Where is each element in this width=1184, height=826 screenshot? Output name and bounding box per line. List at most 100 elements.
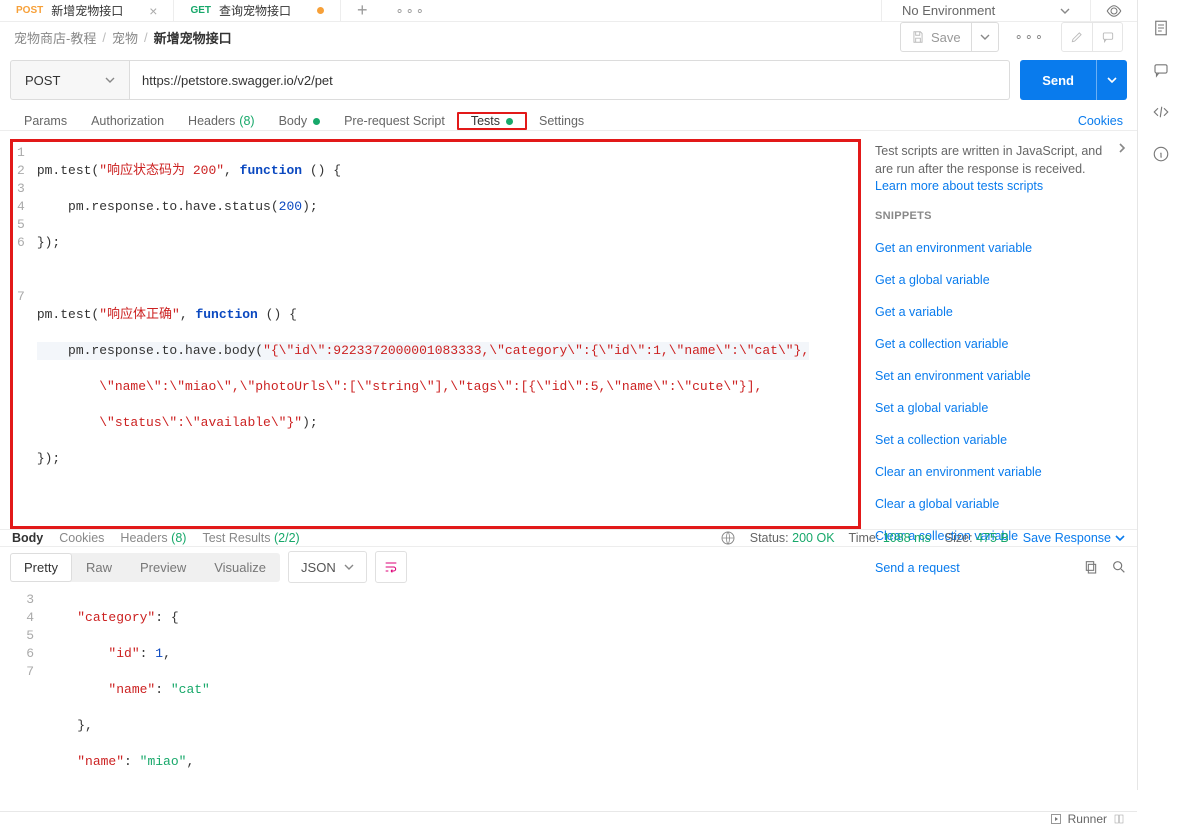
snippet-item[interactable]: Get an environment variable bbox=[875, 236, 1127, 260]
info-button[interactable] bbox=[1151, 144, 1171, 164]
response-tab-bar: Body Cookies Headers (8) Test Results (2… bbox=[0, 529, 1137, 546]
chevron-down-icon bbox=[344, 562, 354, 572]
documentation-button[interactable] bbox=[1151, 18, 1171, 38]
tab-params[interactable]: Params bbox=[12, 112, 79, 130]
learn-more-link[interactable]: Learn more about tests scripts bbox=[875, 179, 1043, 193]
tab-label: Tests bbox=[471, 114, 500, 128]
status-value: 200 OK bbox=[792, 531, 834, 545]
url-input[interactable] bbox=[130, 60, 1010, 100]
snippet-item[interactable]: Clear a global variable bbox=[875, 492, 1127, 516]
tab-authorization[interactable]: Authorization bbox=[79, 112, 176, 130]
response-body-viewer[interactable]: 34567 "category": { "id": 1, "name": "ca… bbox=[0, 587, 1137, 811]
chevron-down-icon bbox=[105, 75, 115, 85]
request-section-tabs: Params Authorization Headers (8) Body Pr… bbox=[0, 112, 1137, 131]
breadcrumb-sep: / bbox=[102, 30, 106, 45]
snippet-item[interactable]: Set a global variable bbox=[875, 396, 1127, 420]
comment-button[interactable] bbox=[1092, 23, 1122, 51]
language-select[interactable]: JSON bbox=[288, 551, 367, 583]
seg-visualize[interactable]: Visualize bbox=[200, 553, 280, 582]
method-badge: GET bbox=[190, 5, 211, 16]
tab-headers[interactable]: Headers (8) bbox=[176, 112, 267, 130]
save-response-button[interactable]: Save Response bbox=[1023, 531, 1125, 545]
more-tabs-button[interactable]: ∘∘∘ bbox=[384, 3, 438, 19]
environment-quicklook-button[interactable] bbox=[1091, 2, 1137, 20]
tab-title: 新增宠物接口 bbox=[51, 2, 123, 19]
new-tab-button[interactable]: + bbox=[341, 0, 384, 21]
snippets-heading: SNIPPETS bbox=[875, 210, 1127, 222]
send-button[interactable]: Send bbox=[1020, 60, 1127, 100]
runner-button[interactable]: Runner bbox=[1050, 812, 1125, 826]
code-button[interactable] bbox=[1151, 102, 1171, 122]
save-icon bbox=[911, 30, 925, 44]
seg-raw[interactable]: Raw bbox=[72, 553, 126, 582]
close-icon[interactable]: × bbox=[149, 3, 157, 19]
wrap-lines-button[interactable] bbox=[375, 551, 407, 583]
method-badge: POST bbox=[16, 5, 43, 16]
open-docs-button[interactable] bbox=[1117, 143, 1127, 196]
method-current: POST bbox=[25, 73, 60, 88]
copy-button[interactable] bbox=[1083, 559, 1099, 575]
snippet-item[interactable]: Get a collection variable bbox=[875, 332, 1127, 356]
save-label: Save bbox=[931, 30, 961, 45]
request-tabs-bar: POST 新增宠物接口 × GET 查询宠物接口 + ∘∘∘ No Enviro… bbox=[0, 0, 1137, 22]
tab-0[interactable]: POST 新增宠物接口 × bbox=[0, 0, 174, 21]
snippet-item[interactable]: Set a collection variable bbox=[875, 428, 1127, 452]
tab-settings[interactable]: Settings bbox=[527, 112, 596, 130]
tab-prerequest[interactable]: Pre-request Script bbox=[332, 112, 457, 130]
tab-body[interactable]: Body bbox=[267, 112, 333, 130]
breadcrumb-item[interactable]: 宠物 bbox=[112, 28, 138, 47]
chevron-down-icon bbox=[1060, 6, 1070, 16]
code-content[interactable]: pm.test("响应状态码为 200", function () { pm.r… bbox=[37, 144, 809, 504]
has-content-dot-icon bbox=[313, 118, 320, 125]
seg-pretty[interactable]: Pretty bbox=[10, 553, 72, 582]
breadcrumb-item[interactable]: 宠物商店-教程 bbox=[14, 28, 96, 47]
headers-count: (8) bbox=[239, 114, 254, 128]
chevron-down-icon bbox=[1107, 75, 1117, 85]
has-content-dot-icon bbox=[506, 118, 513, 125]
resp-tab-testresults[interactable]: Test Results (2/2) bbox=[202, 531, 299, 545]
breadcrumb-current: 新增宠物接口 bbox=[154, 28, 232, 47]
size-value: 475 B bbox=[976, 531, 1009, 545]
seg-preview[interactable]: Preview bbox=[126, 553, 200, 582]
snippets-info: Test scripts are written in JavaScript, … bbox=[875, 144, 1102, 176]
send-label: Send bbox=[1020, 73, 1096, 88]
network-icon[interactable] bbox=[720, 530, 736, 546]
env-label: No Environment bbox=[902, 3, 995, 18]
resp-tab-headers[interactable]: Headers (8) bbox=[120, 531, 186, 545]
info-icon bbox=[1152, 145, 1170, 163]
pencil-icon bbox=[1070, 30, 1084, 44]
comment-edit-group bbox=[1061, 22, 1123, 52]
tab-tests[interactable]: Tests bbox=[457, 112, 527, 130]
comments-button[interactable] bbox=[1151, 60, 1171, 80]
save-dropdown-button[interactable] bbox=[971, 23, 998, 51]
search-button[interactable] bbox=[1111, 559, 1127, 575]
method-select[interactable]: POST bbox=[10, 60, 130, 100]
code-icon bbox=[1152, 103, 1170, 121]
snippets-panel: Test scripts are written in JavaScript, … bbox=[875, 139, 1127, 529]
resp-tab-cookies[interactable]: Cookies bbox=[59, 531, 104, 545]
tests-code-editor[interactable]: 123456 7 pm.test("响应状态码为 200", function … bbox=[10, 139, 861, 529]
tab-1[interactable]: GET 查询宠物接口 bbox=[174, 0, 341, 21]
snippet-item[interactable]: Get a global variable bbox=[875, 268, 1127, 292]
snippet-item[interactable]: Get a variable bbox=[875, 300, 1127, 324]
edit-button[interactable] bbox=[1062, 23, 1092, 51]
comment-icon bbox=[1152, 61, 1170, 79]
wrap-icon bbox=[383, 559, 399, 575]
snippet-item[interactable]: Clear an environment variable bbox=[875, 460, 1127, 484]
environment-selector[interactable]: No Environment bbox=[881, 0, 1091, 21]
breadcrumb: 宠物商店-教程 / 宠物 / 新增宠物接口 bbox=[14, 28, 232, 47]
save-button[interactable]: Save bbox=[900, 22, 999, 52]
cookies-link[interactable]: Cookies bbox=[1078, 114, 1125, 128]
response-view-toolbar: Pretty Raw Preview Visualize JSON bbox=[0, 546, 1137, 587]
search-icon bbox=[1111, 559, 1127, 575]
more-actions-button[interactable]: ∘∘∘ bbox=[1009, 29, 1051, 45]
send-dropdown-button[interactable] bbox=[1096, 60, 1127, 100]
eye-icon bbox=[1105, 2, 1123, 20]
panes-icon bbox=[1113, 813, 1125, 825]
snippet-item[interactable]: Set an environment variable bbox=[875, 364, 1127, 388]
resp-tab-body[interactable]: Body bbox=[12, 531, 43, 545]
breadcrumb-row: 宠物商店-教程 / 宠物 / 新增宠物接口 Save ∘∘∘ bbox=[0, 22, 1137, 52]
comment-icon bbox=[1101, 30, 1115, 44]
copy-icon bbox=[1083, 559, 1099, 575]
chevron-down-icon bbox=[1115, 533, 1125, 543]
